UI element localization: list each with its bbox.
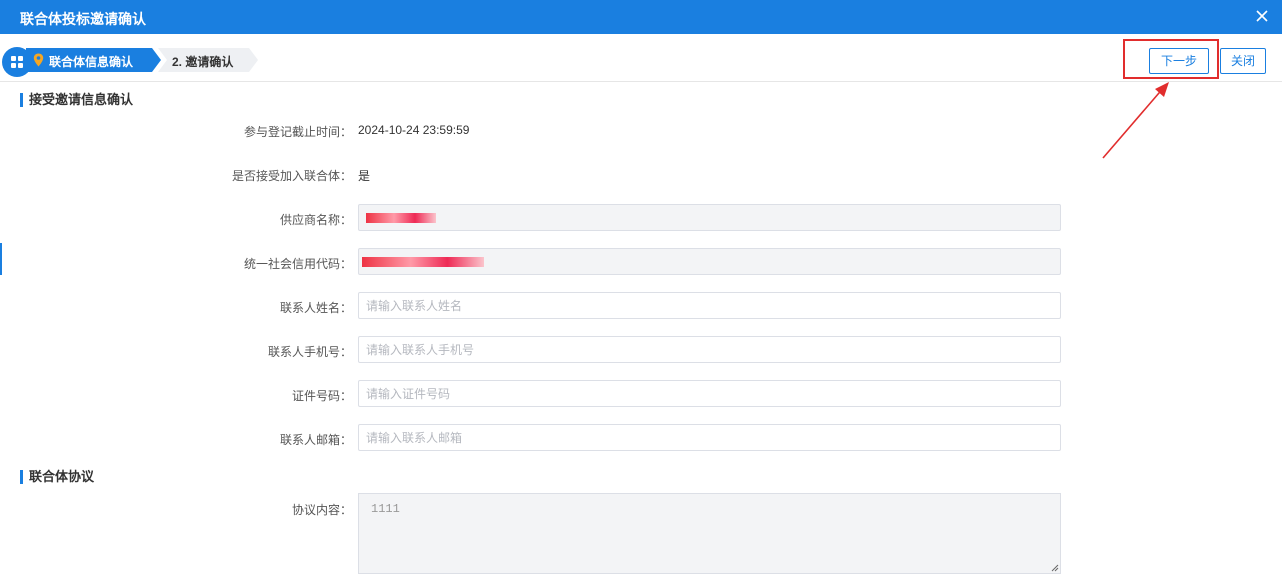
deadline-label: 参与登记截止时间： <box>243 125 352 139</box>
contact-phone-label: 联系人手机号： <box>267 345 352 359</box>
agreement-label: 协议内容： <box>291 503 352 517</box>
supplier-field <box>358 204 1061 231</box>
id-number-input[interactable] <box>358 380 1061 407</box>
redacted-credit-code <box>362 257 484 267</box>
left-edge-marker <box>0 243 2 275</box>
agreement-textarea[interactable]: 1111 <box>358 493 1061 574</box>
resize-grip-icon[interactable] <box>1050 563 1059 572</box>
annotation-arrow <box>1102 82 1169 159</box>
dialog-titlebar: 联合体投标邀请确认 <box>0 0 1282 34</box>
contact-email-input[interactable] <box>358 424 1061 451</box>
step-2-label: 2. 邀请确认 <box>172 55 234 69</box>
supplier-label: 供应商名称： <box>279 213 352 227</box>
accept-label: 是否接受加入联合体： <box>231 169 352 183</box>
close-button[interactable]: 关闭 <box>1220 48 1266 74</box>
contact-email-label: 联系人邮箱： <box>279 433 352 447</box>
contact-phone-input[interactable] <box>358 336 1061 363</box>
step-1-label: 联合体信息确认 <box>49 55 134 69</box>
credit-code-label: 统一社会信用代码： <box>243 257 352 271</box>
redacted-supplier <box>366 213 436 223</box>
contact-name-input[interactable] <box>358 292 1061 319</box>
close-icon[interactable] <box>1252 6 1272 26</box>
step-2[interactable]: 2. 邀请确认 <box>158 48 258 72</box>
contact-name-label: 联系人姓名： <box>279 301 352 315</box>
next-button[interactable]: 下一步 <box>1149 48 1209 74</box>
accept-value: 是 <box>358 169 371 183</box>
location-pin-icon <box>33 53 44 67</box>
dialog-title: 联合体投标邀请确认 <box>20 11 146 27</box>
id-number-label: 证件号码： <box>291 389 352 403</box>
step-1[interactable]: 联合体信息确认 <box>26 48 161 72</box>
deadline-value: 2024-10-24 23:59:59 <box>358 123 470 137</box>
credit-code-field <box>358 248 1061 275</box>
section-heading-accept: 接受邀请信息确认 <box>20 93 133 107</box>
section-heading-agreement: 联合体协议 <box>20 470 94 484</box>
step-bar: 联合体信息确认 2. 邀请确认 <box>0 34 1282 82</box>
